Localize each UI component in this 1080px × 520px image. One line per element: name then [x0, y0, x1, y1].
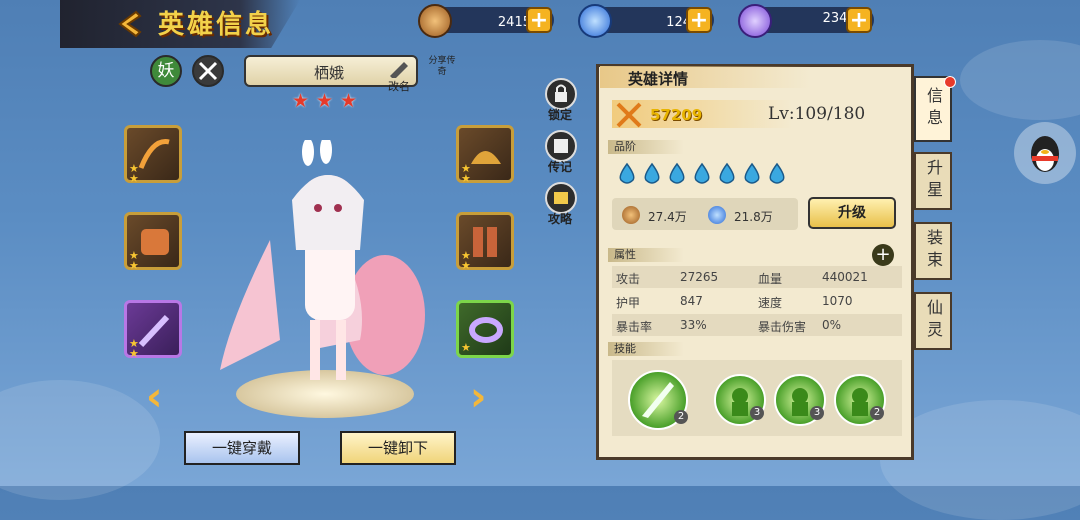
attribute-value: 847	[680, 294, 703, 308]
unequip-all-button[interactable]: 一键卸下	[340, 431, 456, 465]
hero-portrait-icon	[220, 136, 425, 380]
equip-slot-helmet[interactable]: ★ ★	[456, 125, 514, 184]
skill-level: 3	[810, 406, 824, 420]
star-icon: ★	[292, 90, 310, 112]
guide-label: 攻略	[548, 212, 573, 226]
armor-icon	[141, 229, 169, 255]
tab-star-up[interactable]: 升星	[914, 152, 952, 210]
rename-label: 改名	[388, 80, 410, 93]
attribute-label: 暴击伤害	[758, 320, 807, 334]
prev-hero-button[interactable]: ‹	[146, 374, 162, 420]
bow-weapon-icon	[138, 139, 170, 169]
upgrade-cost-spirit: 21.8万	[734, 210, 773, 224]
grade-drop-icon	[719, 162, 735, 184]
notification-dot	[944, 76, 956, 88]
add-gem-button[interactable]: +	[846, 7, 872, 33]
share-legend-button[interactable]: 分享传奇	[426, 56, 458, 88]
tab-spirit[interactable]: 仙灵	[914, 292, 952, 350]
class-badge	[192, 55, 224, 87]
equip-slot-weapon[interactable]: ★ ★	[124, 125, 182, 184]
attribute-value: 440021	[822, 270, 868, 284]
add-spirit-button[interactable]: +	[686, 7, 712, 33]
hero-figure[interactable]	[210, 136, 440, 400]
power-value: 57209	[650, 106, 703, 124]
star-icon: ★	[340, 90, 358, 112]
grade-drop-icon	[644, 162, 660, 184]
biography-label: 传记	[548, 160, 573, 174]
crossed-daggers-icon	[198, 61, 218, 81]
floating-assistant-button[interactable]	[1014, 122, 1076, 184]
skill-level: 3	[750, 406, 764, 420]
add-coin-button[interactable]: +	[526, 7, 552, 33]
lock-label: 锁定	[548, 108, 573, 122]
coin-icon	[418, 4, 452, 38]
helmet-icon	[471, 151, 501, 164]
grade-drop-icon	[744, 162, 760, 184]
tab-outfit[interactable]: 装束	[914, 222, 952, 280]
pencil-icon	[390, 62, 408, 80]
crossed-swords-icon	[616, 102, 642, 128]
grade-drop-icon	[769, 162, 785, 184]
attribute-label: 攻击	[616, 272, 641, 286]
attribute-label: 暴击率	[616, 320, 653, 334]
skill-section-label: 技能	[608, 342, 684, 356]
rename-button[interactable]: 改名	[386, 58, 416, 94]
coin-icon	[622, 206, 640, 224]
attribute-label: 护甲	[616, 296, 641, 310]
grade-drop-icon	[619, 162, 635, 184]
scroll-icon	[554, 139, 568, 153]
back-button[interactable]	[112, 8, 148, 40]
back-arrow-icon	[118, 10, 142, 38]
level-text: Lv:109/180	[768, 104, 866, 124]
attribute-value: 1070	[822, 294, 853, 308]
equip-all-button[interactable]: 一键穿戴	[184, 431, 300, 465]
grade-drop-icon	[669, 162, 685, 184]
attribute-label: 血量	[758, 272, 783, 286]
attribute-value: 33%	[680, 318, 707, 332]
panel-title: 英雄详情	[628, 70, 689, 88]
attribute-section-label: 属性	[608, 248, 684, 262]
page-title: 英雄信息	[158, 10, 275, 40]
ring-icon	[469, 317, 503, 343]
attribute-detail-button[interactable]: +	[872, 244, 894, 266]
skill-level: 2	[674, 410, 688, 424]
star-icon: ★	[316, 90, 334, 112]
equip-slot-ring[interactable]: ★	[456, 300, 514, 358]
skill-level: 2	[870, 406, 884, 420]
attribute-row	[612, 314, 902, 336]
grade-section-label: 品阶	[608, 140, 684, 154]
attribute-value: 0%	[822, 318, 842, 332]
lock-icon	[555, 84, 567, 102]
book-icon	[554, 192, 568, 204]
spirit-flame-icon	[578, 4, 612, 38]
next-hero-button[interactable]: ›	[470, 374, 486, 420]
race-badge: 妖	[150, 55, 182, 87]
upgrade-button[interactable]: 升级	[808, 197, 896, 229]
attribute-label: 速度	[758, 296, 783, 310]
penguin-icon	[1031, 136, 1059, 172]
upgrade-cost-coin: 27.4万	[648, 210, 687, 224]
spirit-flame-icon	[708, 206, 726, 224]
grade-drop-icon	[694, 162, 710, 184]
equip-slot-boots[interactable]: ★ ★	[456, 212, 514, 271]
gem-icon	[738, 4, 772, 38]
attribute-value: 27265	[680, 270, 719, 284]
boots-icon	[473, 227, 497, 257]
equip-slot-armor[interactable]: ★ ★	[124, 212, 182, 271]
scepter-icon	[138, 314, 170, 348]
grade-drops	[616, 162, 791, 188]
equip-slot-accessory[interactable]: ★ ★	[124, 300, 182, 359]
